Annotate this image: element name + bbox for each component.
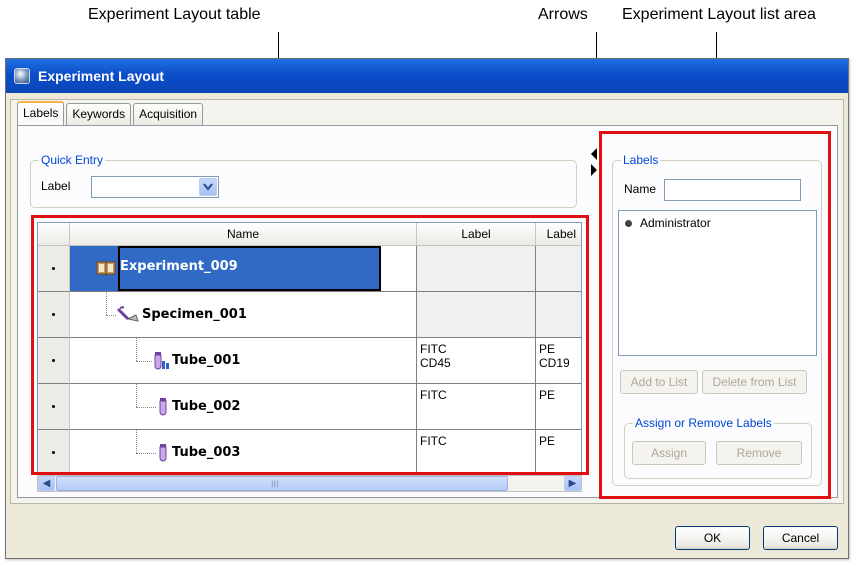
- highlight-list-area: [599, 131, 831, 499]
- scroll-left-button[interactable]: ◀: [38, 476, 55, 491]
- quick-entry-label: Label: [41, 179, 71, 193]
- quick-entry-legend: Quick Entry: [39, 153, 106, 167]
- highlight-table-area: [31, 215, 589, 475]
- title-bar[interactable]: Experiment Layout: [6, 59, 848, 93]
- cancel-button[interactable]: Cancel: [763, 526, 838, 550]
- quick-entry-group: Quick Entry Label: [30, 153, 577, 208]
- collapse-left-arrow-icon[interactable]: [591, 148, 597, 160]
- tab-acquisition[interactable]: Acquisition: [133, 103, 204, 125]
- tab-keywords[interactable]: Keywords: [66, 103, 132, 125]
- label-combobox[interactable]: [91, 176, 219, 198]
- expand-right-arrow-icon[interactable]: [591, 164, 597, 176]
- chevron-down-icon[interactable]: [199, 178, 217, 196]
- ok-button[interactable]: OK: [675, 526, 750, 550]
- tab-labels[interactable]: Labels: [17, 101, 65, 125]
- horizontal-scrollbar[interactable]: ◀ III ▶: [37, 475, 582, 492]
- scroll-thumb[interactable]: III: [56, 476, 508, 491]
- callout-list-area: Experiment Layout list area: [622, 6, 816, 23]
- tab-bar: Labels Keywords Acquisition: [17, 101, 205, 125]
- app-icon: [14, 68, 30, 84]
- scroll-right-button[interactable]: ▶: [564, 476, 581, 491]
- scroll-grip: III: [271, 479, 279, 489]
- callout-arrows: Arrows: [538, 6, 588, 23]
- callout-table: Experiment Layout table: [88, 6, 261, 23]
- window-title: Experiment Layout: [38, 68, 165, 84]
